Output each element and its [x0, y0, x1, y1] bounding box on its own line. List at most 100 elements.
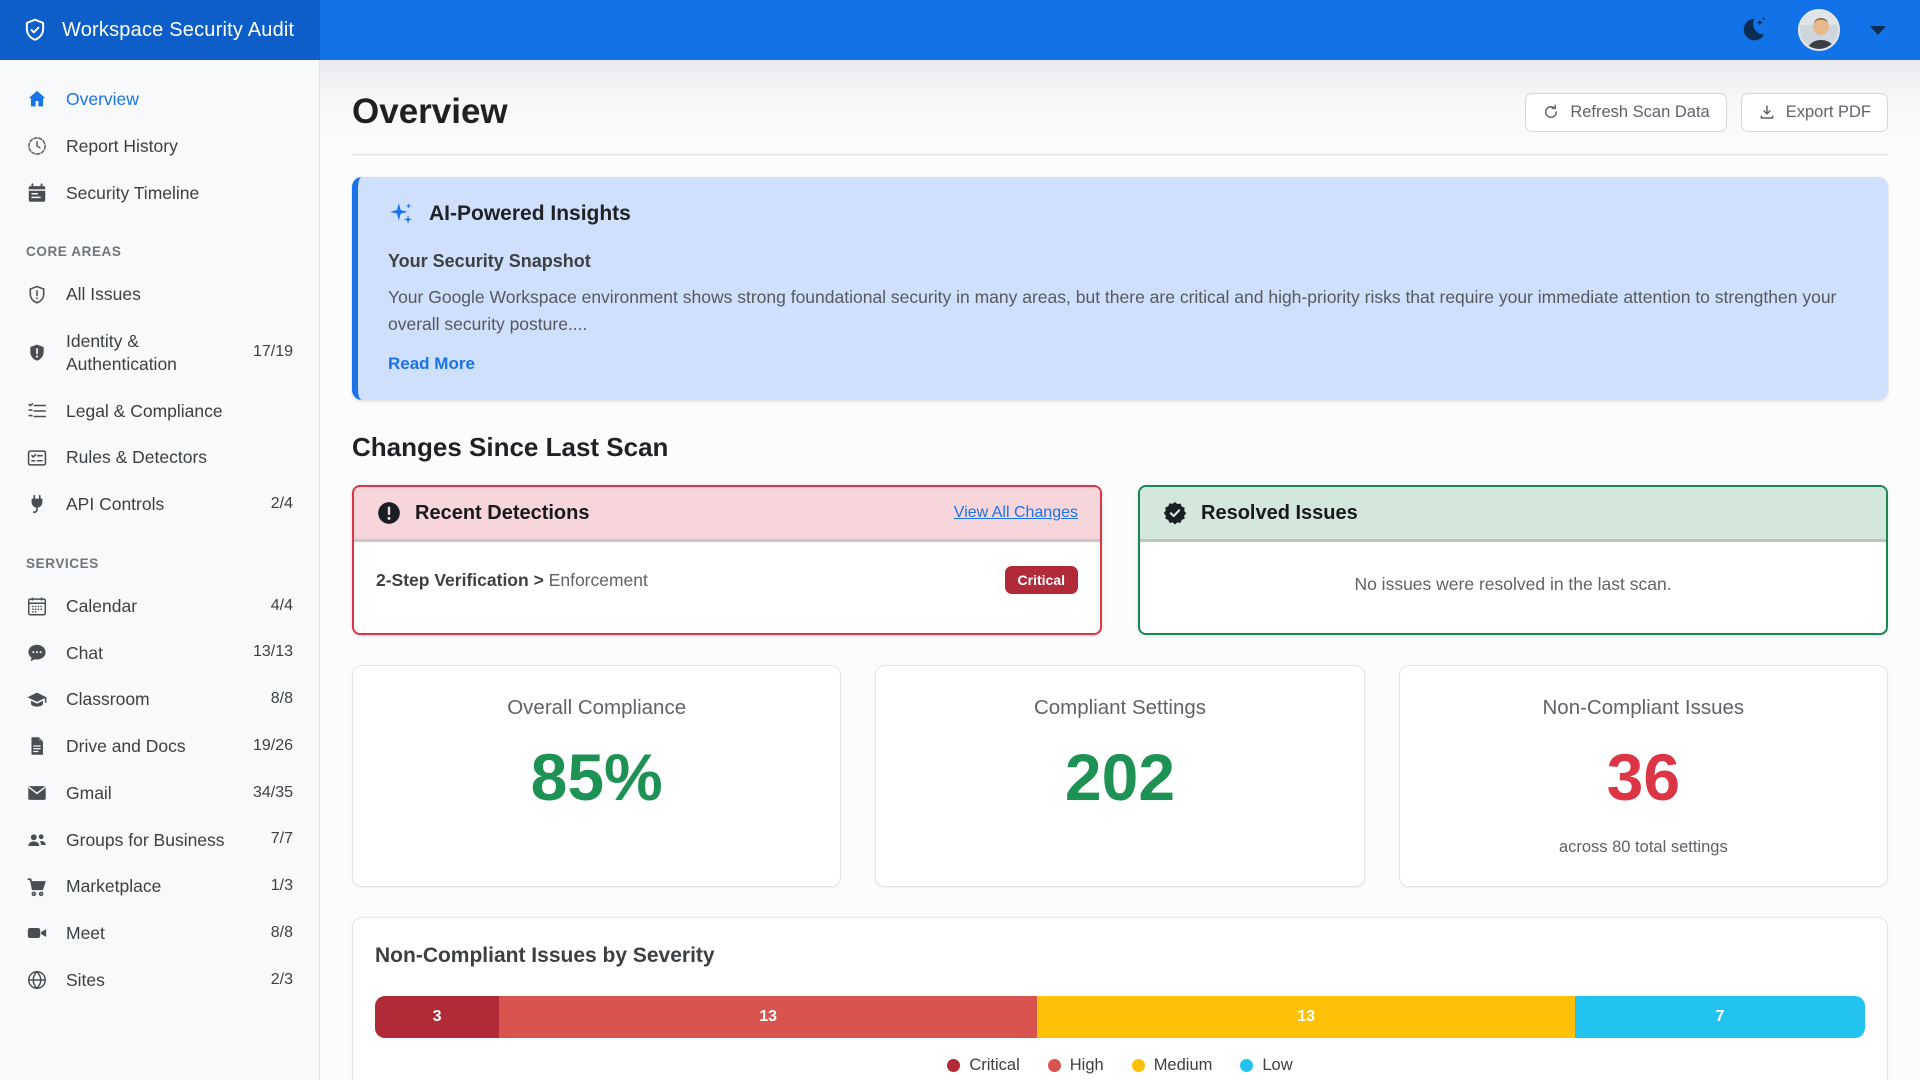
- stat-label: Non-Compliant Issues: [1420, 696, 1867, 720]
- legend-label: Critical: [969, 1056, 1019, 1075]
- detection-setting: 2-Step Verification: [376, 570, 529, 590]
- recent-detections-header: Recent Detections View All Changes: [354, 487, 1100, 542]
- seal-check-icon: [1162, 500, 1188, 526]
- count-badge: 13/13: [243, 642, 293, 663]
- detection-separator: >: [534, 570, 544, 590]
- calendar-filled-icon: [26, 182, 48, 204]
- list-icon: [26, 400, 48, 422]
- stat-value: 36: [1420, 744, 1867, 810]
- app-title: Workspace Security Audit: [62, 19, 294, 42]
- sidebar-item-label: Drive and Docs: [66, 735, 186, 758]
- topbar: Workspace Security Audit: [0, 0, 1920, 60]
- legend-dot: [947, 1059, 960, 1072]
- sidebar-item-marketplace[interactable]: Marketplace 1/3: [0, 863, 319, 910]
- sidebar-item-chat[interactable]: Chat 13/13: [0, 630, 319, 677]
- sidebar-item-meet[interactable]: Meet8/8: [0, 910, 319, 957]
- resolved-empty-message: No issues were resolved in the last scan…: [1162, 566, 1864, 603]
- detection-detail: Enforcement: [549, 570, 648, 590]
- sidebar-section-services: SERVICES: [0, 528, 319, 583]
- sidebar-item-label: All Issues: [66, 283, 141, 306]
- count-badge: 7/7: [261, 829, 293, 850]
- doc-icon: [26, 735, 48, 757]
- detection-path: 2-Step Verification > Enforcement: [376, 570, 648, 591]
- sidebar-item-label: Classroom: [66, 688, 150, 711]
- refresh-scan-label: Refresh Scan Data: [1570, 103, 1709, 122]
- legend-label: High: [1070, 1056, 1104, 1075]
- sidebar-item-label: Groups for Business: [66, 829, 225, 852]
- sidebar-item-label: Gmail: [66, 782, 112, 805]
- read-more-link[interactable]: Read More: [388, 354, 475, 374]
- sidebar-item-gmail[interactable]: Gmail 34/35: [0, 770, 319, 817]
- download-icon: [1758, 103, 1776, 121]
- ai-insights-card: AI-Powered Insights Your Security Snapsh…: [352, 177, 1888, 400]
- page-header: Overview Refresh Scan Data: [352, 92, 1888, 132]
- count-badge: 34/35: [243, 783, 293, 804]
- legend-dot: [1132, 1059, 1145, 1072]
- avatar[interactable]: [1798, 9, 1840, 51]
- export-pdf-button[interactable]: Export PDF: [1741, 93, 1888, 132]
- severity-stacked-bar: 313137: [375, 996, 1865, 1038]
- header-actions: Refresh Scan Data Export PDF: [1525, 93, 1888, 132]
- sidebar-item-classroom[interactable]: Classroom 8/8: [0, 676, 319, 723]
- sidebar-item-calendar[interactable]: Calendar 4/4: [0, 583, 319, 630]
- sidebar-item-all-issues[interactable]: All Issues: [0, 271, 319, 318]
- sidebar-item-label: Chat: [66, 642, 103, 665]
- sidebar-item-label: Calendar: [66, 595, 137, 618]
- chevron-down-icon[interactable]: [1870, 26, 1886, 35]
- home-icon: [26, 88, 48, 110]
- sidebar-item-identity-and-authentication[interactable]: Identity & Authentication17/19: [0, 318, 319, 388]
- stat-value: 202: [896, 744, 1343, 810]
- sidebar-item-report-history[interactable]: Report History: [0, 123, 319, 170]
- count-badge: 19/26: [243, 736, 293, 757]
- topbar-actions: [320, 0, 1920, 60]
- clock-icon: [26, 135, 48, 157]
- globe-icon: [26, 969, 48, 991]
- recent-detections-card: Recent Detections View All Changes 2-Ste…: [352, 485, 1102, 635]
- card-checklist-icon: [26, 447, 48, 469]
- chat-icon: [26, 642, 48, 664]
- sidebar-item-groups-for-business[interactable]: Groups for Business 7/7: [0, 817, 319, 864]
- recent-detection-row[interactable]: 2-Step Verification > Enforcement Critic…: [354, 542, 1100, 624]
- shield-alert-filled-icon: [26, 342, 48, 364]
- sidebar-section-core-areas: CORE AREAS: [0, 216, 319, 271]
- severity-segment-low: 7: [1575, 996, 1865, 1038]
- moon-icon[interactable]: [1738, 15, 1768, 45]
- export-pdf-label: Export PDF: [1786, 103, 1871, 122]
- sidebar-item-sites[interactable]: Sites2/3: [0, 957, 319, 1004]
- refresh-scan-button[interactable]: Refresh Scan Data: [1525, 93, 1726, 132]
- sidebar-item-label: Marketplace: [66, 875, 161, 898]
- count-badge: 4/4: [261, 596, 293, 617]
- ai-insights-title: AI-Powered Insights: [429, 202, 631, 226]
- count-badge: 2/4: [261, 494, 293, 515]
- exclamation-circle-icon: [376, 500, 402, 526]
- sidebar-item-security-timeline[interactable]: Security Timeline: [0, 170, 319, 217]
- sidebar-item-overview[interactable]: Overview: [0, 76, 319, 123]
- sidebar-item-label: Legal & Compliance: [66, 400, 223, 423]
- sidebar-item-legal-and-compliance[interactable]: Legal & Compliance: [0, 388, 319, 435]
- recent-detections-title: Recent Detections: [415, 502, 590, 525]
- refresh-icon: [1542, 103, 1560, 121]
- view-all-changes-link[interactable]: View All Changes: [954, 504, 1078, 522]
- sidebar-item-rules-and-detectors[interactable]: Rules & Detectors: [0, 434, 319, 481]
- sidebar-item-drive-and-docs[interactable]: Drive and Docs 19/26: [0, 723, 319, 770]
- envelope-icon: [26, 782, 48, 804]
- changes-heading: Changes Since Last Scan: [352, 432, 1888, 463]
- severity-segment-critical: 3: [375, 996, 499, 1038]
- legend-item-medium: Medium: [1132, 1056, 1213, 1075]
- header-divider: [352, 154, 1888, 155]
- stats-grid: Overall Compliance85%Compliant Settings2…: [352, 665, 1888, 887]
- ai-insights-body: Your Google Workspace environment shows …: [388, 284, 1858, 338]
- severity-chart-title: Non-Compliant Issues by Severity: [375, 944, 1865, 968]
- count-badge: 8/8: [261, 689, 293, 710]
- sparkle-icon: [388, 201, 414, 227]
- sidebar-item-label: Overview: [66, 88, 139, 111]
- sidebar-item-label: Security Timeline: [66, 182, 199, 205]
- legend-label: Medium: [1154, 1056, 1213, 1075]
- legend-dot: [1240, 1059, 1253, 1072]
- shield-check-icon: [22, 17, 48, 43]
- count-badge: 1/3: [261, 876, 293, 897]
- legend-item-high: High: [1048, 1056, 1104, 1075]
- sidebar-item-label: Rules & Detectors: [66, 446, 207, 469]
- legend-item-critical: Critical: [947, 1056, 1019, 1075]
- sidebar-item-api-controls[interactable]: API Controls2/4: [0, 481, 319, 528]
